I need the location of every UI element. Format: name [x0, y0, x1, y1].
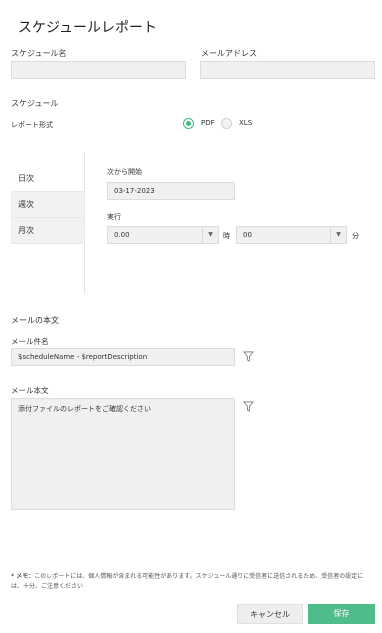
frequency-tabs: 日次 週次 月次: [11, 166, 84, 244]
hour-unit: 時: [223, 232, 230, 240]
body-textarea[interactable]: 添付ファイルのレポートをご確認ください: [11, 398, 235, 510]
xls-option-label: XLS: [239, 119, 253, 127]
dialog-title: スケジュールレポート: [18, 20, 158, 36]
minute-unit: 分: [352, 232, 359, 240]
schedule-name-input[interactable]: [11, 61, 186, 79]
filter-icon[interactable]: [243, 351, 254, 362]
start-date-value: 03-17-2023: [114, 187, 155, 195]
schedule-name-label: スケジュール名: [11, 49, 67, 58]
note-prefix: * メモ：: [11, 573, 35, 580]
start-from-label: 次から開始: [107, 168, 142, 176]
cancel-button[interactable]: キャンセル: [237, 604, 303, 624]
run-label: 実行: [107, 213, 121, 221]
subject-label: メール件名: [11, 337, 49, 346]
email-address-input[interactable]: [200, 61, 375, 79]
tab-monthly[interactable]: 月次: [11, 218, 84, 244]
mail-body-section-heading: メールの本文: [11, 316, 59, 325]
note-text: このレポートには、個人情報が含まれる可能性があります。スケジュール通りに受信者に…: [11, 573, 364, 590]
body-value: 添付ファイルのレポートをご確認ください: [18, 405, 151, 413]
pdf-option-label: PDF: [201, 119, 215, 127]
pdf-radio[interactable]: [183, 118, 194, 129]
filter-icon[interactable]: [243, 401, 254, 412]
hour-select[interactable]: 0.00 ▼: [107, 226, 219, 244]
minute-value: 00: [243, 231, 252, 239]
tabs-divider: [84, 152, 85, 294]
tab-weekly[interactable]: 週次: [11, 192, 84, 218]
report-format-label: レポート形式: [11, 121, 53, 129]
save-button[interactable]: 保存: [308, 604, 375, 624]
chevron-down-icon: ▼: [202, 227, 218, 243]
chevron-down-icon: ▼: [330, 227, 346, 243]
xls-radio[interactable]: [221, 118, 232, 129]
subject-value: $scheduleName - $reportDescription: [18, 353, 148, 361]
start-date-input[interactable]: 03-17-2023: [107, 182, 235, 200]
schedule-section-heading: スケジュール: [11, 99, 59, 108]
email-address-label: メールアドレス: [201, 49, 257, 58]
subject-input[interactable]: $scheduleName - $reportDescription: [11, 348, 235, 366]
body-label: メール本文: [11, 386, 49, 395]
minute-select[interactable]: 00 ▼: [236, 226, 347, 244]
tab-daily[interactable]: 日次: [11, 166, 84, 192]
hour-value: 0.00: [114, 231, 130, 239]
privacy-note: * メモ：このレポートには、個人情報が含まれる可能性があります。スケジュール通り…: [11, 572, 371, 592]
